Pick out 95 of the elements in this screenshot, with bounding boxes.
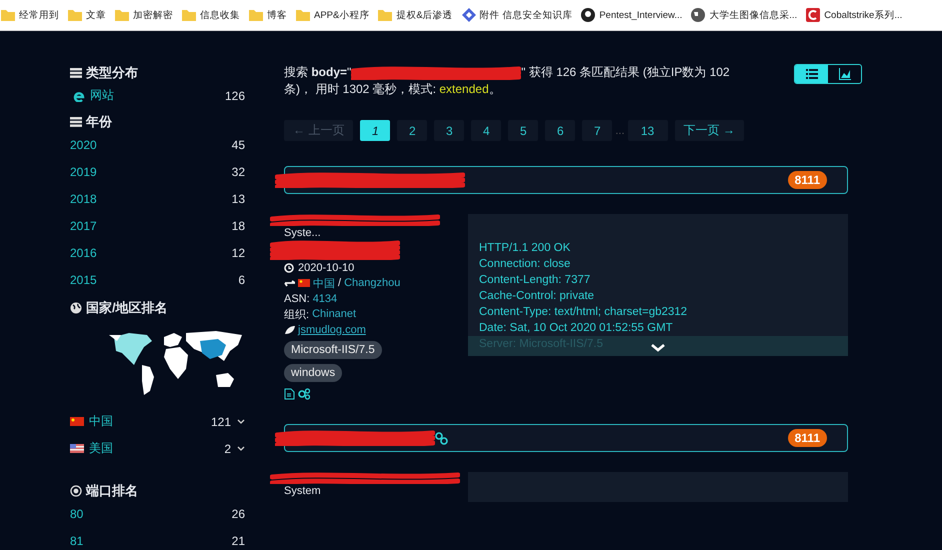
filter-link[interactable]: 网站 [90, 87, 114, 104]
tag-chip[interactable]: Microsoft-IIS/7.5 [284, 340, 382, 358]
bookmark-item[interactable]: 信息收集 [181, 7, 240, 23]
list-view-toggle[interactable] [795, 65, 828, 83]
flag-icon [298, 279, 310, 288]
response-line: Content-Type: text/html; charset=gb2312 [478, 305, 688, 320]
count: 12 [232, 246, 245, 260]
count: 6 [238, 272, 245, 286]
page-button[interactable]: 1 [360, 120, 390, 141]
response-line: Content-Length: 7377 [478, 273, 592, 288]
flag-icon [70, 417, 84, 426]
port-badge: 8111 [788, 171, 827, 189]
asn-link[interactable]: 4134 [312, 292, 338, 305]
org-link[interactable]: Chinanet [312, 308, 356, 320]
page-button[interactable]: 3 [434, 120, 464, 141]
next-page-button[interactable]: 下一页 → [674, 120, 744, 141]
chevron-down-icon [237, 418, 245, 425]
filter-link[interactable]: 美国 [89, 440, 113, 457]
bookmark-item[interactable]: 经常用到 [0, 7, 59, 23]
filter-link[interactable]: 中国 [89, 413, 113, 430]
section-title: 年份 [86, 113, 112, 131]
bookmark-item[interactable]: Cobaltstrike系列... [805, 7, 902, 23]
tag-chip[interactable]: windows [284, 364, 342, 382]
filter-link[interactable]: 2020 [70, 138, 97, 152]
c-logo-icon [805, 7, 822, 23]
response-line: HTTP/1.1 200 OK [478, 241, 572, 256]
chevron-down-icon [237, 445, 245, 452]
folder-icon [295, 7, 311, 23]
page-button[interactable]: 13 [628, 120, 668, 141]
response-line: Connection: close [478, 257, 572, 272]
port-badge: 8111 [788, 429, 827, 447]
filter-link[interactable]: 80 [70, 506, 84, 520]
ellipsis: ... [615, 124, 625, 136]
folder-icon [67, 7, 83, 23]
flag-icon [70, 444, 84, 453]
count: 32 [232, 164, 245, 178]
count: 21 [232, 534, 245, 548]
section-title: 端口排名 [86, 482, 138, 500]
filter-link[interactable]: 2016 [70, 246, 97, 260]
separator: / [338, 277, 342, 290]
result-title: Syste... [284, 226, 321, 240]
filter-link[interactable]: 2019 [70, 164, 97, 178]
gears-icon [298, 388, 310, 400]
page-button[interactable]: 7 [582, 120, 612, 141]
country-link[interactable]: 中国 [313, 276, 335, 291]
bookmark-item[interactable]: APP&小程序 [295, 7, 370, 23]
area-chart-icon [838, 68, 850, 80]
list-icon [70, 116, 82, 128]
section-title: 类型分布 [86, 64, 138, 82]
date-text: 2020-10-10 [298, 262, 354, 274]
bookmark-item[interactable]: 提权&后渗透 [377, 7, 453, 23]
leaf-icon [284, 324, 295, 335]
list-icon [70, 67, 82, 79]
list-icon [806, 68, 818, 80]
search-summary: 搜索 body=" " 获得 126 条匹配结果 (独立IP数为 102 条)， 用时 1302 毫秒，模式: extended。 [284, 64, 731, 98]
clock-icon [284, 262, 295, 273]
folder-icon [0, 7, 16, 23]
count: 126 [224, 88, 245, 102]
bookmark-item[interactable]: 博客 [248, 7, 287, 23]
e-logo-icon [73, 90, 85, 102]
count: 45 [232, 138, 245, 152]
folder-icon [114, 7, 130, 23]
filter-link[interactable]: 2017 [70, 218, 97, 232]
result-title: System [284, 484, 321, 498]
diamond-icon [460, 7, 477, 23]
target-icon [70, 485, 82, 497]
filter-link[interactable]: 2018 [70, 192, 97, 206]
bookmark-item[interactable]: 附件 信息安全知识库 [460, 7, 572, 23]
response-line: Cache-Control: private [478, 289, 596, 304]
field-label: 组织: [284, 308, 310, 322]
section-title: 国家/地区排名 [86, 299, 168, 317]
folder-icon [181, 7, 197, 23]
count: 121 [210, 414, 231, 428]
expand-chevron-icon [650, 343, 666, 352]
page-button[interactable]: 5 [508, 120, 538, 141]
domain-link[interactable]: jsmudlog.com [298, 324, 366, 336]
count: 2 [224, 442, 231, 456]
filter-link[interactable]: 81 [70, 534, 84, 548]
page-button[interactable]: 2 [397, 120, 428, 141]
bookmark-item[interactable]: Pentest_Interview... [580, 7, 682, 23]
folder-icon [248, 7, 264, 23]
count: 18 [232, 218, 245, 232]
bookmark-item[interactable]: 大学生图像信息采... [690, 7, 798, 23]
count: 13 [232, 192, 245, 206]
document-icon [284, 388, 295, 400]
city-link[interactable]: Changzhou [344, 277, 400, 290]
bookmark-item[interactable]: 文章 [67, 7, 106, 23]
response-line: Date: Sat, 10 Oct 2020 01:52:55 GMT [478, 321, 674, 336]
folder-icon [377, 7, 394, 23]
filter-link[interactable]: 2015 [70, 272, 97, 286]
bookmark-item[interactable]: 加密解密 [114, 7, 173, 23]
count: 26 [232, 506, 245, 520]
page-button[interactable]: 4 [471, 120, 502, 141]
field-label: ASN: [284, 292, 310, 305]
page-button[interactable]: 6 [545, 120, 576, 141]
